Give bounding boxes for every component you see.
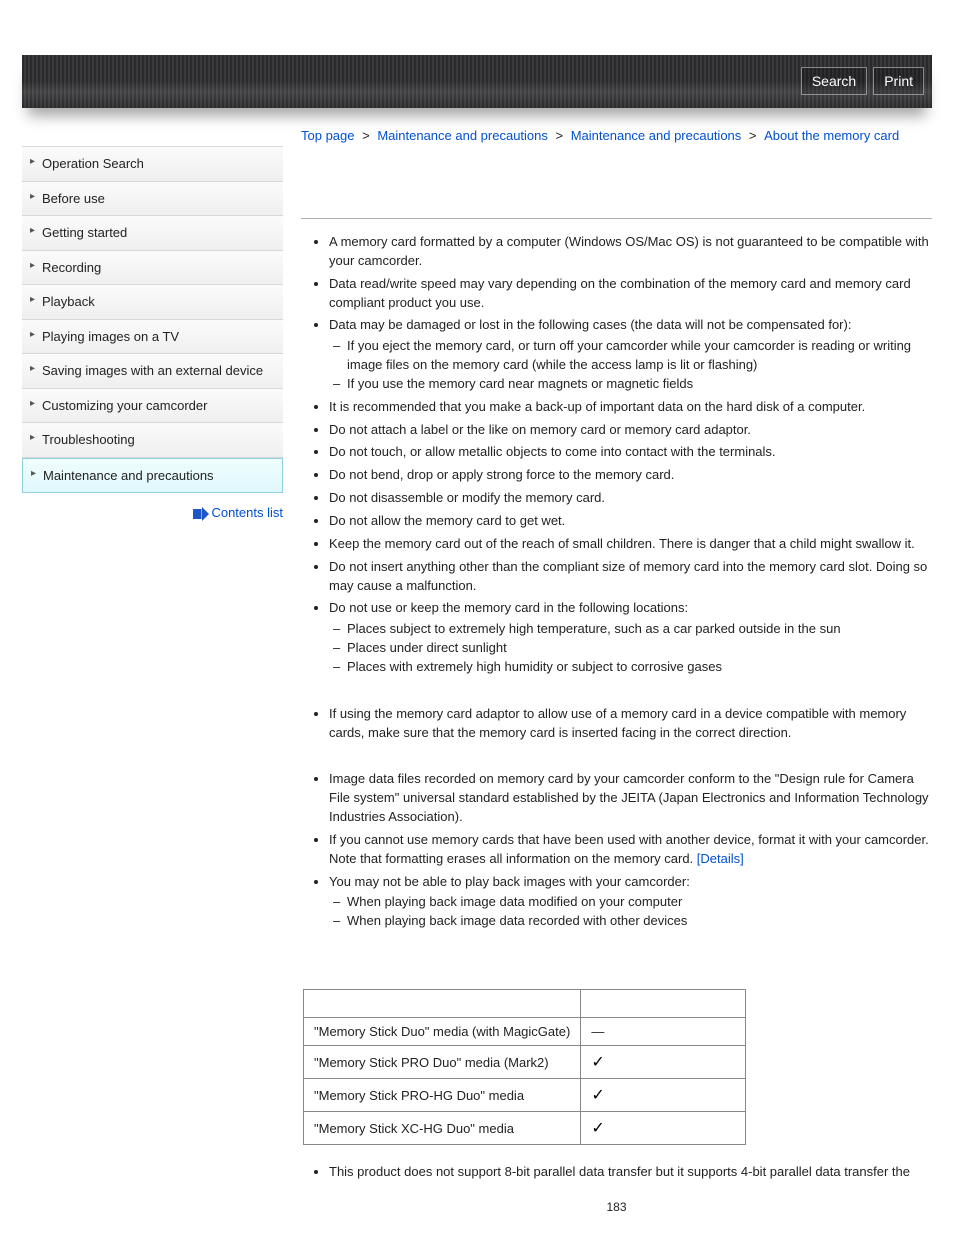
table-cell-value: — (581, 1018, 746, 1046)
table-cell-value: ✓ (581, 1112, 746, 1145)
arrow-right-icon (193, 509, 207, 519)
list-item: Data read/write speed may vary depending… (329, 275, 932, 313)
sidebar-item[interactable]: Playing images on a TV (22, 320, 283, 355)
sub-list-item: Places subject to extremely high tempera… (347, 620, 932, 639)
table-row: "Memory Stick PRO-HG Duo" media ✓ (304, 1079, 746, 1112)
list-item: Do not bend, drop or apply strong force … (329, 466, 932, 485)
list-item: Do not attach a label or the like on mem… (329, 421, 932, 440)
bullet-list-3: Image data files recorded on memory card… (301, 770, 932, 931)
list-item: If you cannot use memory cards that have… (329, 831, 932, 869)
table-cell-name: "Memory Stick Duo" media (with MagicGate… (304, 1018, 581, 1046)
list-item: If using the memory card adaptor to allo… (329, 705, 932, 743)
table-row: "Memory Stick Duo" media (with MagicGate… (304, 1018, 746, 1046)
breadcrumb-link[interactable]: Maintenance and precautions (377, 128, 548, 143)
list-item: Do not insert anything other than the co… (329, 558, 932, 596)
top-buttons: Search Print (801, 67, 924, 95)
table-cell-value: ✓ (581, 1079, 746, 1112)
list-item: Image data files recorded on memory card… (329, 770, 932, 827)
breadcrumb-link[interactable]: Maintenance and precautions (571, 128, 742, 143)
sub-list: If you eject the memory card, or turn of… (329, 337, 932, 394)
bullet-list-2: If using the memory card adaptor to allo… (301, 705, 932, 743)
sub-list-item: If you eject the memory card, or turn of… (347, 337, 932, 375)
table-header-2 (581, 990, 746, 1018)
breadcrumb: Top page > Maintenance and precautions >… (301, 128, 932, 143)
contents-list-link[interactable]: Contents list (211, 505, 283, 520)
breadcrumb-link[interactable]: Top page (301, 128, 355, 143)
list-item: This product does not support 8-bit para… (329, 1163, 932, 1182)
check-icon: ✓ (591, 1054, 604, 1071)
details-link[interactable]: [Details] (697, 851, 744, 866)
sub-list-item: When playing back image data recorded wi… (347, 912, 932, 931)
table-cell-value: ✓ (581, 1046, 746, 1079)
sidebar-item[interactable]: Playback (22, 285, 283, 320)
breadcrumb-sep: > (745, 128, 760, 143)
list-item: A memory card formatted by a computer (W… (329, 233, 932, 271)
page-title (301, 177, 932, 219)
compatibility-table: "Memory Stick Duo" media (with MagicGate… (303, 989, 746, 1145)
search-button[interactable]: Search (801, 67, 867, 95)
list-item: Do not use or keep the memory card in th… (329, 599, 932, 676)
check-icon: ✓ (591, 1087, 604, 1104)
table-row: "Memory Stick XC-HG Duo" media ✓ (304, 1112, 746, 1145)
breadcrumb-link[interactable]: About the memory card (764, 128, 899, 143)
nav-list: Operation SearchBefore useGetting starte… (22, 146, 283, 493)
sidebar-item[interactable]: Saving images with an external device (22, 354, 283, 389)
sub-list-item: Places with extremely high humidity or s… (347, 658, 932, 677)
sidebar-item[interactable]: Maintenance and precautions (22, 458, 283, 494)
sidebar-item[interactable]: Operation Search (22, 146, 283, 182)
page-number: 183 (301, 1200, 932, 1214)
contents-list-row: Contents list (22, 505, 283, 520)
print-button[interactable]: Print (873, 67, 924, 95)
list-item: You may not be able to play back images … (329, 873, 932, 932)
list-item: Do not allow the memory card to get wet. (329, 512, 932, 531)
sub-list-item: If you use the memory card near magnets … (347, 375, 932, 394)
list-item: Do not disassemble or modify the memory … (329, 489, 932, 508)
sub-list: Places subject to extremely high tempera… (329, 620, 932, 677)
list-text: If you cannot use memory cards that have… (329, 832, 929, 866)
sidebar-item[interactable]: Customizing your camcorder (22, 389, 283, 424)
check-icon: ✓ (591, 1120, 604, 1137)
list-item: It is recommended that you make a back-u… (329, 398, 932, 417)
breadcrumb-sep: > (359, 128, 374, 143)
sidebar: Operation SearchBefore useGetting starte… (22, 146, 283, 1234)
sidebar-item[interactable]: Getting started (22, 216, 283, 251)
sidebar-item[interactable]: Recording (22, 251, 283, 286)
list-item: Data may be damaged or lost in the follo… (329, 316, 932, 393)
sub-list-item: Places under direct sunlight (347, 639, 932, 658)
list-item: Keep the memory card out of the reach of… (329, 535, 932, 554)
table-cell-name: "Memory Stick PRO-HG Duo" media (304, 1079, 581, 1112)
table-cell-name: "Memory Stick XC-HG Duo" media (304, 1112, 581, 1145)
bullet-list-1: A memory card formatted by a computer (W… (301, 233, 932, 677)
table-header-1 (304, 990, 581, 1018)
sub-list-item: When playing back image data modified on… (347, 893, 932, 912)
sidebar-item[interactable]: Troubleshooting (22, 423, 283, 458)
bullet-list-4: This product does not support 8-bit para… (301, 1163, 932, 1182)
main-content: Top page > Maintenance and precautions >… (301, 128, 932, 1234)
table-cell-name: "Memory Stick PRO Duo" media (Mark2) (304, 1046, 581, 1079)
table-row: "Memory Stick PRO Duo" media (Mark2) ✓ (304, 1046, 746, 1079)
sidebar-item[interactable]: Before use (22, 182, 283, 217)
list-item: Do not touch, or allow metallic objects … (329, 443, 932, 462)
header-band: Search Print (22, 55, 932, 108)
breadcrumb-sep: > (552, 128, 567, 143)
sub-list: When playing back image data modified on… (329, 893, 932, 931)
